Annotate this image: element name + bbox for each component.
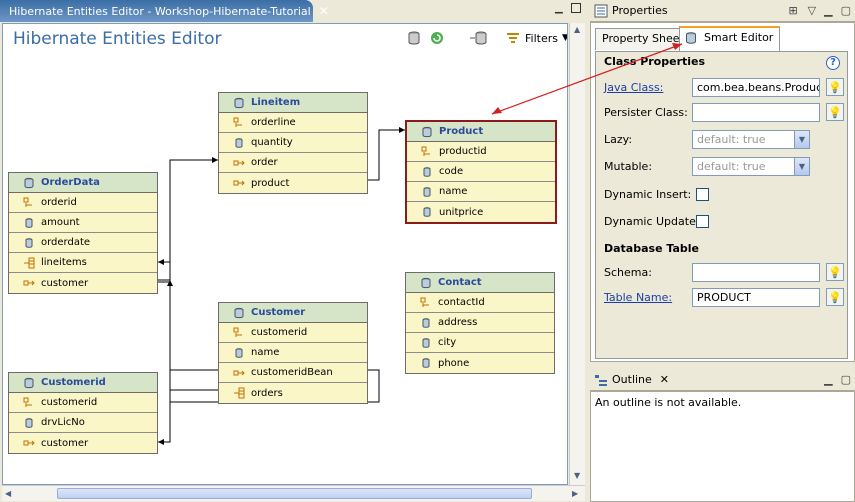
annotation-arrow: [491, 43, 683, 115]
